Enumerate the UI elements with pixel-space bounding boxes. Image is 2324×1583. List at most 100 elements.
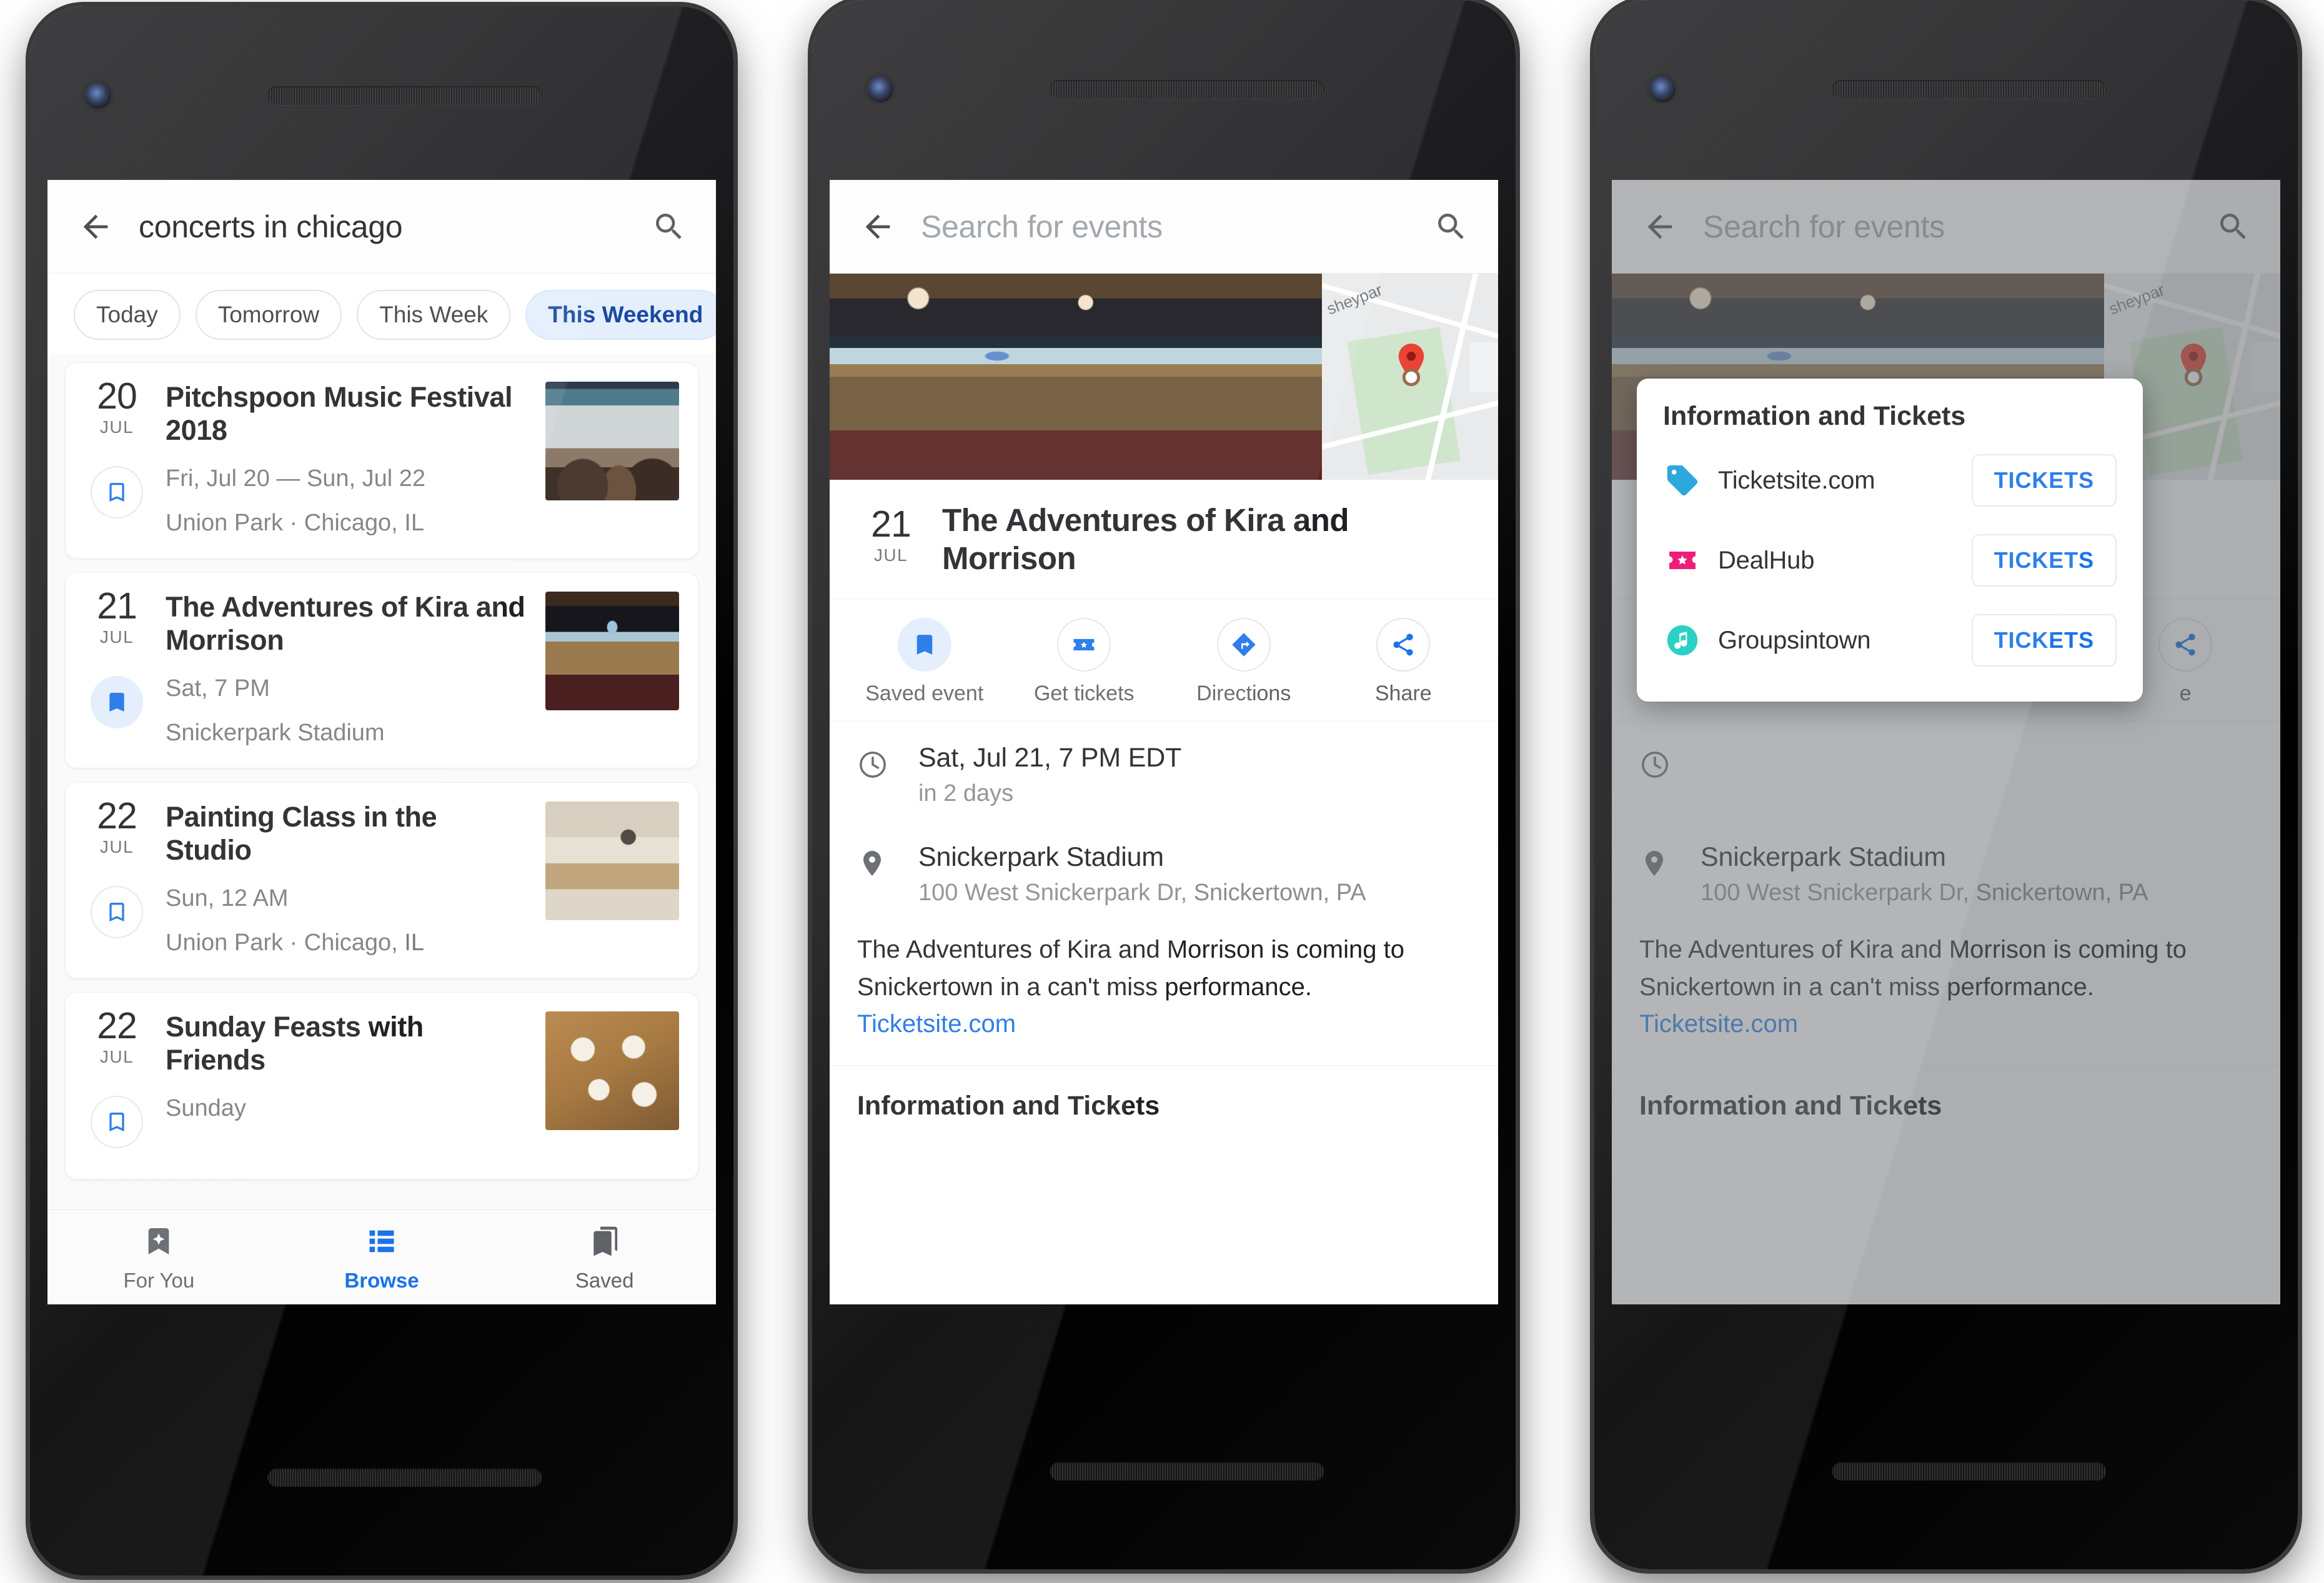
event-title: Painting Class in the Studio xyxy=(166,801,437,866)
date-filter-chips: Today Tomorrow This Week This Weekend xyxy=(47,274,716,354)
back-arrow-icon[interactable] xyxy=(857,206,898,247)
nav-item-browse[interactable]: Browse xyxy=(271,1222,494,1293)
event-month: JUL xyxy=(99,417,134,437)
event-month: JUL xyxy=(873,545,908,565)
venue-photo xyxy=(830,274,1322,480)
bottom-navigation: For You Browse Saved xyxy=(47,1209,716,1304)
save-event-button[interactable] xyxy=(91,886,143,939)
event-card[interactable]: 22 JUL Sunday Feasts with Friends Sunday xyxy=(65,992,698,1179)
save-event-button[interactable] xyxy=(91,466,143,519)
event-date: 22 JUL xyxy=(84,1005,149,1160)
chip-today[interactable]: Today xyxy=(74,290,181,340)
event-description: The Adventures of Kira and Morrison is c… xyxy=(830,914,1498,1066)
chip-this-week[interactable]: This Week xyxy=(357,290,511,340)
event-action-row: Saved event Get tickets Directions Share xyxy=(830,599,1498,722)
search-icon[interactable] xyxy=(650,207,688,246)
event-thumbnail xyxy=(545,592,679,710)
action-get-tickets[interactable]: Get tickets xyxy=(1005,618,1164,706)
nav-item-for-you[interactable]: For You xyxy=(47,1222,271,1293)
event-title: The Adventures of Kira and Morrison xyxy=(166,591,525,657)
event-hero: sheypar xyxy=(830,274,1498,480)
ticket-star-icon xyxy=(1663,541,1702,580)
event-when: Sun, 12 AM xyxy=(166,885,289,912)
event-body: The Adventures of Kira and Morrison Sat,… xyxy=(149,589,545,749)
action-label: Share xyxy=(1374,682,1432,706)
sparkle-bookmark-icon xyxy=(47,1222,271,1261)
proximity-sensor xyxy=(1950,27,1994,61)
screen-search-results: concerts in chicago Today Tomorrow This … xyxy=(47,180,716,1304)
bookmark-icon xyxy=(493,1222,716,1261)
event-day: 22 xyxy=(97,1005,137,1046)
event-body: Sunday Feasts with Friends Sunday xyxy=(149,1009,545,1160)
description-text: The Adventures of Kira and Morrison is c… xyxy=(857,936,1404,1001)
event-month: JUL xyxy=(99,627,134,647)
front-camera xyxy=(867,76,893,102)
event-thumbnail xyxy=(545,1011,679,1130)
vendor-tickets-button[interactable]: TICKETS xyxy=(1971,614,2117,667)
event-date: 21 JUL xyxy=(84,585,149,749)
event-venue-row: Snickerpark Stadium 100 West Snickerpark… xyxy=(830,815,1498,914)
action-directions[interactable]: Directions xyxy=(1164,618,1324,706)
vendor-row: Groupsintown TICKETS xyxy=(1637,600,2143,680)
vendor-tickets-button[interactable]: TICKETS xyxy=(1971,534,2117,587)
search-input[interactable]: concerts in chicago xyxy=(139,209,650,245)
back-arrow-icon[interactable] xyxy=(75,206,116,247)
vendor-name: DealHub xyxy=(1718,546,1815,574)
dialog-scrim[interactable] xyxy=(1612,180,2280,1304)
event-results-list: 20 JUL Pitchspoon Music Festival 2018 Fr… xyxy=(47,354,716,1209)
map-pin-icon xyxy=(1394,344,1428,389)
nav-label: Browse xyxy=(344,1269,419,1292)
proximity-sensor xyxy=(1168,27,1212,61)
event-date: 21 JUL xyxy=(857,501,925,565)
event-day: 21 xyxy=(97,585,137,627)
bottom-speaker xyxy=(1832,1462,2107,1481)
event-thumbnail xyxy=(545,382,679,500)
vendor-tickets-button[interactable]: TICKETS xyxy=(1971,454,2117,507)
save-event-button[interactable] xyxy=(91,676,143,729)
event-card[interactable]: 22 JUL Painting Class in the Studio Sun,… xyxy=(65,782,698,978)
event-body: Painting Class in the Studio Sun, 12 AM … xyxy=(149,799,545,959)
section-header-information-tickets: Information and Tickets xyxy=(857,1090,1160,1121)
nav-item-saved[interactable]: Saved xyxy=(493,1222,716,1293)
action-saved-event[interactable]: Saved event xyxy=(845,618,1005,706)
search-input[interactable]: Search for events xyxy=(921,209,1432,245)
clock-icon xyxy=(857,743,905,783)
bottom-speaker xyxy=(267,1468,542,1487)
event-when: Fri, Jul 20 — Sun, Jul 22 xyxy=(166,465,426,492)
nav-label: For You xyxy=(123,1269,195,1292)
search-icon[interactable] xyxy=(1432,207,1471,246)
location-pin-icon xyxy=(857,842,905,881)
bookmark-filled-icon xyxy=(897,618,951,672)
event-day: 22 xyxy=(97,795,137,836)
event-card[interactable]: 21 JUL The Adventures of Kira and Morris… xyxy=(65,572,698,768)
event-thumbnail xyxy=(545,801,679,920)
bottom-speaker xyxy=(1050,1462,1324,1481)
event-where: Union Park · Chicago, IL xyxy=(166,510,424,537)
event-title: Sunday Feasts with Friends xyxy=(166,1011,424,1076)
action-label: Get tickets xyxy=(1033,682,1135,706)
chip-tomorrow[interactable]: Tomorrow xyxy=(195,290,342,340)
event-date: 20 JUL xyxy=(84,375,149,539)
search-app-bar: concerts in chicago xyxy=(47,180,716,274)
vendor-row: DealHub TICKETS xyxy=(1637,520,2143,600)
nav-label: Saved xyxy=(575,1269,634,1292)
description-link[interactable]: Ticketsite.com xyxy=(857,1006,1471,1043)
price-tag-icon xyxy=(1663,461,1702,500)
event-date: 22 JUL xyxy=(84,795,149,959)
information-and-tickets-dialog: Information and Tickets Ticketsite.com T… xyxy=(1637,379,2143,702)
venue-map-thumbnail[interactable]: sheypar xyxy=(1322,274,1498,480)
event-day: 20 xyxy=(97,375,137,417)
action-label: Saved event xyxy=(865,682,984,706)
event-month: JUL xyxy=(99,837,134,857)
event-card[interactable]: 20 JUL Pitchspoon Music Festival 2018 Fr… xyxy=(65,362,698,558)
share-icon xyxy=(1376,618,1431,672)
event-where: Union Park · Chicago, IL xyxy=(166,930,424,956)
music-note-icon xyxy=(1663,621,1702,660)
action-share[interactable]: Share xyxy=(1324,618,1484,706)
chip-this-weekend[interactable]: This Weekend xyxy=(525,290,716,340)
save-event-button[interactable] xyxy=(91,1096,143,1149)
event-title: Pitchspoon Music Festival 2018 xyxy=(166,381,513,447)
map-building xyxy=(1469,342,1498,392)
search-app-bar: Search for events xyxy=(830,180,1498,274)
venue-address: 100 West Snickerpark Dr, Snickertown, PA xyxy=(918,880,1366,906)
